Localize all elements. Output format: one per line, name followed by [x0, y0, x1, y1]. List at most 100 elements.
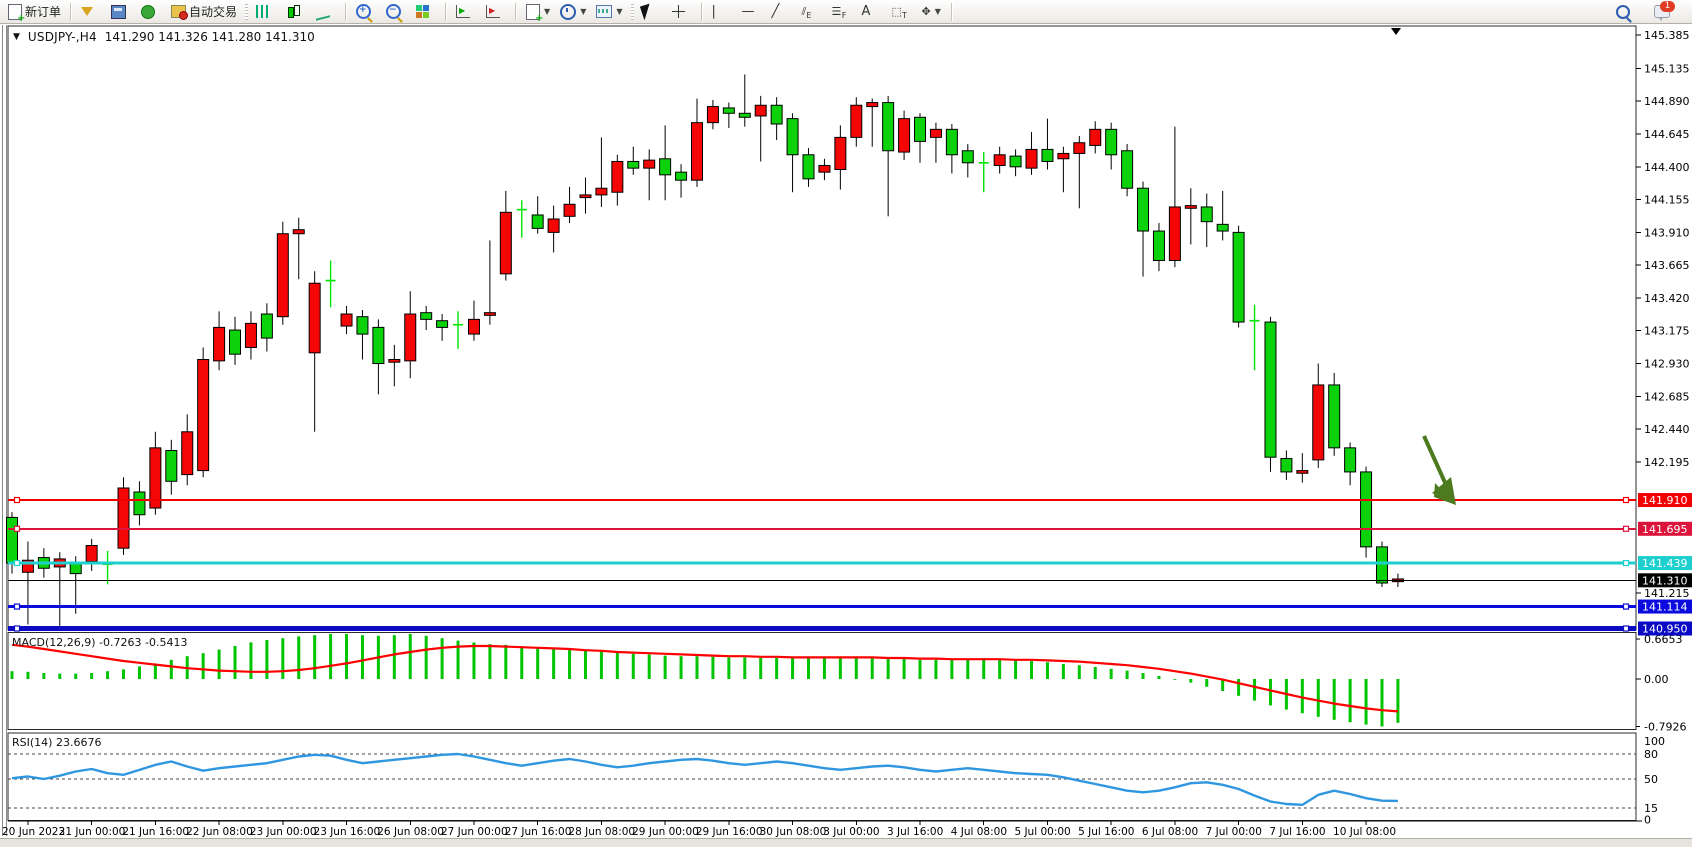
market-watch-button[interactable]: [77, 1, 105, 23]
navigator-button[interactable]: [107, 1, 135, 23]
price-line-label: 141.910: [1642, 494, 1688, 507]
text-tool-button[interactable]: A: [858, 1, 886, 23]
macd-axis-label: 0.00: [1644, 673, 1669, 686]
price-axis-tick: 141.215: [1644, 587, 1690, 600]
terminal-button[interactable]: [137, 1, 165, 23]
macd-axis-label: -0.7926: [1644, 721, 1686, 734]
template-icon: [596, 5, 612, 18]
horizontal-line-tool-button[interactable]: —: [738, 1, 766, 23]
separator: [445, 3, 447, 21]
date-axis-label: 29 Jun 00:00: [632, 826, 699, 838]
chart-shift-button[interactable]: [482, 1, 510, 23]
price-axis-tick: 143.175: [1644, 325, 1690, 338]
channel-tool-button[interactable]: ⫽E: [798, 1, 826, 23]
line-chart-mode-button[interactable]: [312, 1, 340, 23]
fibonacci-icon: ☰F: [832, 5, 842, 18]
notifications-button[interactable]: 1: [1650, 1, 1678, 23]
new-order-button[interactable]: + 新订单: [4, 1, 65, 23]
date-axis-label: 6 Jul 08:00: [1142, 826, 1198, 838]
date-axis-label: 5 Jul 16:00: [1078, 826, 1134, 838]
chart-symbol-header[interactable]: ▼ USDJPY-,H4 141.290 141.326 141.280 141…: [13, 30, 315, 44]
separator: [70, 3, 72, 21]
date-axis-label: 21 Jun 00:00: [59, 826, 126, 838]
price-line-label: 141.695: [1642, 523, 1688, 536]
navigator-icon: [111, 5, 126, 19]
vertical-line-tool-button[interactable]: |: [708, 1, 736, 23]
periods-button[interactable]: ▼: [556, 1, 590, 23]
price-axis-tick: 142.195: [1644, 456, 1690, 469]
new-order-label: 新订单: [25, 3, 61, 20]
separator: [951, 3, 953, 21]
price-axis-tick: 143.665: [1644, 259, 1690, 272]
date-axis-label: 3 Jul 16:00: [887, 826, 943, 838]
macd-name: MACD(12,26,9): [12, 636, 96, 649]
cursor-tool-button[interactable]: [638, 1, 666, 23]
date-axis-label: 3 Jul 00:00: [823, 826, 879, 838]
line-chart-icon: [316, 3, 330, 20]
rsi-axis-label: 50: [1644, 773, 1658, 786]
auto-trading-button[interactable]: 自动交易: [167, 1, 241, 23]
macd-main-value: -0.7263: [99, 636, 141, 649]
trendline-tool-button[interactable]: ╱: [768, 1, 796, 23]
rsi-value: 23.6676: [56, 736, 102, 749]
bar-chart-icon: [256, 5, 269, 18]
candle-chart-mode-button[interactable]: [282, 1, 310, 23]
new-order-icon: +: [8, 4, 22, 20]
price-line-label: 140.950: [1642, 622, 1688, 635]
zoom-in-button[interactable]: +: [352, 1, 380, 23]
price-axis-tick: 142.440: [1644, 423, 1690, 436]
text-icon: A: [862, 5, 871, 18]
indicators-icon: +: [526, 4, 540, 20]
chart-shift-icon: [486, 5, 500, 18]
price-axis-tick: 142.930: [1644, 358, 1690, 371]
date-axis-label: 4 Jul 08:00: [951, 826, 1007, 838]
cursor-icon: [640, 3, 654, 20]
price-axis-tick: 145.385: [1644, 29, 1690, 42]
date-axis-label: 20 Jun 2023: [2, 826, 65, 838]
search-button[interactable]: [1612, 1, 1640, 23]
bar-chart-mode-button[interactable]: [252, 1, 280, 23]
price-axis-tick: 145.135: [1644, 62, 1690, 75]
date-axis-label: 27 Jun 16:00: [505, 826, 572, 838]
price-axis-tick: 144.890: [1644, 95, 1690, 108]
crosshair-icon: [672, 5, 685, 18]
price-line-label: 141.439: [1642, 557, 1688, 570]
crosshair-tool-button[interactable]: [668, 1, 696, 23]
date-axis-label: 7 Jul 00:00: [1206, 826, 1262, 838]
date-axis-label: 10 Jul 08:00: [1333, 826, 1396, 838]
text-label-icon: ⬚T: [892, 5, 902, 18]
indicators-button[interactable]: +▼: [522, 1, 554, 23]
macd-signal-value: -0.5413: [145, 636, 187, 649]
text-label-tool-button[interactable]: ⬚T: [888, 1, 916, 23]
chart-symbol-label: USDJPY-,H4: [28, 30, 97, 44]
price-axis-tick: 142.685: [1644, 390, 1690, 403]
rsi-axis-label: 80: [1644, 748, 1658, 761]
price-line-label: 141.310: [1642, 574, 1688, 587]
chart-canvas[interactable]: 145.385145.135144.890144.645144.400144.1…: [0, 0, 1692, 847]
fibonacci-tool-button[interactable]: ☰F: [828, 1, 856, 23]
rsi-axis-label: 0: [1644, 814, 1651, 827]
zoom-out-icon: −: [386, 4, 401, 19]
date-axis-label: 30 Jun 08:00: [760, 826, 827, 838]
price-axis-tick: 144.400: [1644, 161, 1690, 174]
auto-scroll-button[interactable]: [452, 1, 480, 23]
date-axis-label: 23 Jun 16:00: [314, 826, 381, 838]
separator: [515, 3, 517, 21]
tile-windows-button[interactable]: [412, 1, 440, 23]
templates-button[interactable]: ▼: [592, 1, 626, 23]
price-axis-tick: 143.910: [1644, 226, 1690, 239]
toolbar-grip: [245, 4, 248, 20]
terminal-icon: [141, 5, 155, 19]
macd-indicator-label: MACD(12,26,9) -0.7263 -0.5413: [12, 636, 187, 649]
zoom-in-icon: +: [356, 4, 371, 19]
clock-icon: [560, 4, 576, 20]
auto-scroll-icon: [456, 5, 470, 18]
main-toolbar: + 新订单 自动交易 + − +▼ ▼ ▼ | — ╱ ⫽E ☰F A ⬚T ✥…: [0, 0, 1692, 24]
horizontal-line-icon: —: [742, 5, 755, 18]
date-axis-label: 29 Jun 16:00: [696, 826, 763, 838]
rsi-indicator-label: RSI(14) 23.6676: [12, 736, 101, 749]
chevron-down-icon: ▼: [13, 32, 20, 42]
zoom-out-button[interactable]: −: [382, 1, 410, 23]
candlestick-icon: [286, 5, 299, 18]
arrows-tool-button[interactable]: ✥▼: [918, 1, 946, 23]
